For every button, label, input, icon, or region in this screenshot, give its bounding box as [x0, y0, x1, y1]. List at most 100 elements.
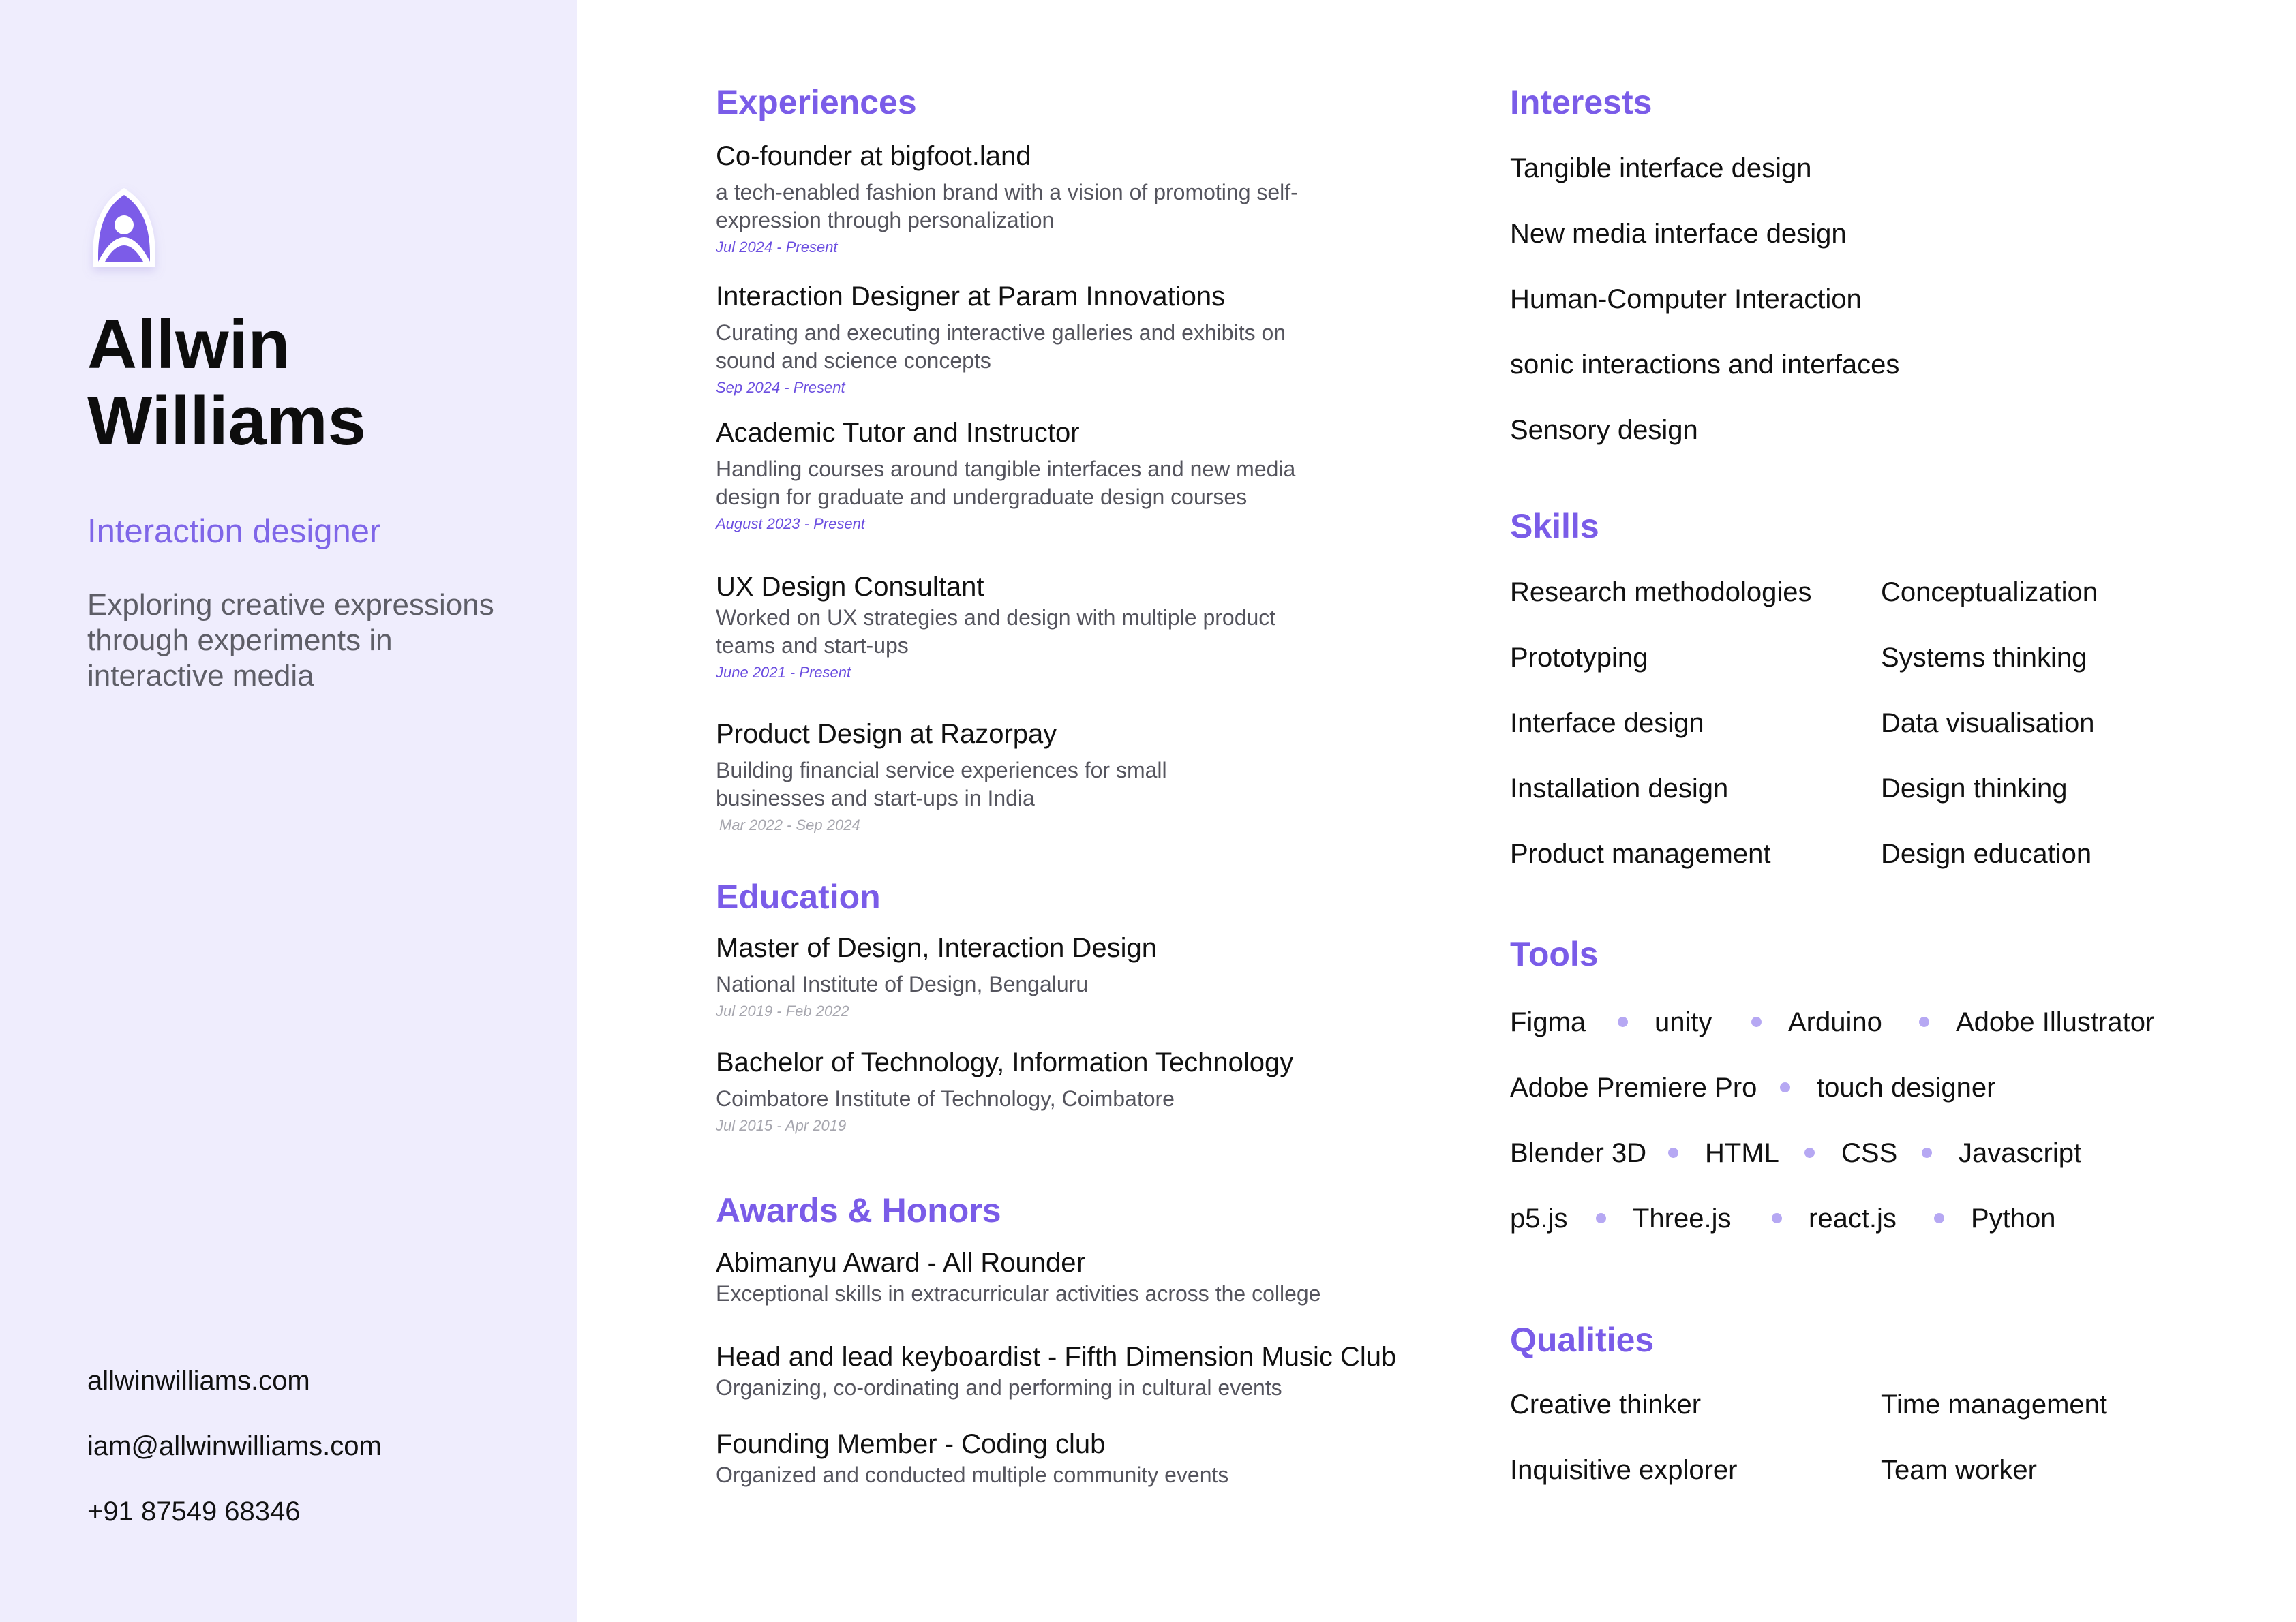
website-link[interactable]: allwinwilliams.com [87, 1360, 551, 1426]
skill-item: Systems thinking [1881, 643, 2087, 673]
contact-list: allwinwilliams.com iam@allwinwilliams.co… [87, 1360, 551, 1557]
education-institute: National Institute of Design, Bengaluru [716, 972, 1089, 996]
experience-item: Academic Tutor and Instructor Handling c… [716, 416, 1398, 534]
separator-dot [1618, 1017, 1628, 1027]
tool-item: Javascript [1959, 1138, 2082, 1168]
experience-item: Co-founder at bigfoot.land a tech-enable… [716, 139, 1398, 258]
skill-item: Design education [1881, 839, 2092, 869]
tool-item: CSS [1841, 1138, 1898, 1168]
award-item: Founding Member - Coding club Organized … [716, 1427, 1398, 1489]
education-title: Master of Design, Interaction Design [716, 933, 1157, 963]
tool-item: touch designer [1817, 1073, 1996, 1103]
experience-date: Mar 2022 - Sep 2024 [719, 816, 860, 833]
education-date: Jul 2019 - Feb 2022 [716, 1003, 849, 1020]
experience-item: Interaction Designer at Param Innovation… [716, 279, 1398, 398]
experience-description: Handling courses around tangible interfa… [716, 457, 1296, 509]
skills-heading: Skills [1510, 507, 1599, 545]
tool-item: Figma [1510, 1007, 1586, 1037]
name-last: Williams [87, 383, 366, 459]
separator-dot [1772, 1213, 1782, 1223]
profile-role: Interaction designer [87, 513, 381, 550]
tool-item: Blender 3D [1510, 1138, 1647, 1168]
award-description: Organizing, co-ordinating and performing… [716, 1375, 1282, 1400]
experience-description: Curating and executing interactive galle… [716, 320, 1286, 373]
experience-date: June 2021 - Present [716, 664, 851, 681]
profile-sidebar: Allwin Williams Interaction designer Exp… [0, 0, 577, 1622]
separator-dot [1922, 1148, 1932, 1158]
tool-item: HTML [1705, 1138, 1779, 1168]
interest-item: New media interface design [1510, 219, 1847, 249]
experience-title: Interaction Designer at Param Innovation… [716, 281, 1226, 311]
tools-row: Adobe Premiere Pro touch designer [1510, 1069, 2260, 1107]
education-item: Master of Design, Interaction Design Nat… [716, 931, 1398, 1022]
award-description: Organized and conducted multiple communi… [716, 1463, 1229, 1487]
tools-row: Figma unity Arduino Adobe Illustrator [1510, 1003, 2260, 1041]
tool-item: Python [1971, 1204, 2056, 1234]
experience-title: Product Design at Razorpay [716, 719, 1057, 749]
separator-dot [1780, 1082, 1790, 1092]
separator-dot [1919, 1017, 1929, 1027]
experience-date: Jul 2024 - Present [716, 239, 838, 256]
experience-description: a tech-enabled fashion brand with a visi… [716, 180, 1298, 232]
skill-item: Conceptualization [1881, 577, 2098, 607]
experience-title: UX Design Consultant [716, 572, 984, 602]
separator-dot [1804, 1148, 1815, 1158]
profile-name: Allwin Williams [87, 307, 551, 459]
tools-row: Blender 3D HTML CSS Javascript [1510, 1134, 2260, 1172]
email-link[interactable]: iam@allwinwilliams.com [87, 1426, 551, 1491]
tool-item: Arduino [1788, 1007, 1882, 1037]
tool-item: Adobe Premiere Pro [1510, 1073, 1757, 1103]
interests-heading: Interests [1510, 83, 1652, 121]
tool-item: react.js [1809, 1204, 1897, 1234]
interest-item: Human-Computer Interaction [1510, 284, 1862, 314]
profile-bio: Exploring creative expressions through e… [87, 588, 494, 692]
experience-date: August 2023 - Present [716, 515, 865, 532]
award-title: Abimanyu Award - All Rounder [716, 1248, 1085, 1278]
tool-item: unity [1655, 1007, 1712, 1037]
skill-item: Interface design [1510, 708, 1704, 738]
tools-heading: Tools [1510, 935, 1599, 973]
education-institute: Coimbatore Institute of Technology, Coim… [716, 1086, 1175, 1111]
skill-item: Research methodologies [1510, 577, 1812, 607]
interest-item: Sensory design [1510, 415, 1698, 445]
separator-dot [1934, 1213, 1944, 1223]
experience-description: Worked on UX strategies and design with … [716, 605, 1276, 658]
separator-dot [1596, 1213, 1606, 1223]
experience-item: UX Design Consultant Worked on UX strate… [716, 570, 1398, 683]
award-item: Abimanyu Award - All Rounder Exceptional… [716, 1246, 1398, 1308]
tool-item: Three.js [1633, 1204, 1732, 1234]
quality-item: Time management [1881, 1390, 2107, 1420]
education-title: Bachelor of Technology, Information Tech… [716, 1047, 1294, 1077]
interest-item: sonic interactions and interfaces [1510, 350, 1900, 380]
separator-dot [1751, 1017, 1762, 1027]
award-description: Exceptional skills in extracurricular ac… [716, 1281, 1321, 1306]
experiences-heading: Experiences [716, 83, 917, 121]
separator-dot [1668, 1148, 1678, 1158]
education-heading: Education [716, 878, 881, 916]
skill-item: Design thinking [1881, 774, 2068, 804]
awards-heading: Awards & Honors [716, 1191, 1001, 1229]
experience-description: Building financial service experiences f… [716, 758, 1167, 810]
experience-title: Co-founder at bigfoot.land [716, 141, 1031, 171]
experience-date: Sep 2024 - Present [716, 379, 845, 396]
education-date: Jul 2015 - Apr 2019 [716, 1117, 847, 1134]
award-item: Head and lead keyboardist - Fifth Dimens… [716, 1340, 1398, 1402]
award-title: Founding Member - Coding club [716, 1429, 1106, 1459]
skill-item: Product management [1510, 839, 1771, 869]
experience-item: Product Design at Razorpay Building fina… [716, 717, 1398, 836]
qualities-heading: Qualities [1510, 1321, 1655, 1359]
phone-number[interactable]: +91 87549 68346 [87, 1491, 551, 1557]
skill-item: Data visualisation [1881, 708, 2095, 738]
award-title: Head and lead keyboardist - Fifth Dimens… [716, 1342, 1397, 1372]
skill-item: Installation design [1510, 774, 1729, 804]
interest-item: Tangible interface design [1510, 153, 1812, 183]
quality-item: Inquisitive explorer [1510, 1455, 1738, 1485]
name-first: Allwin [87, 307, 290, 383]
quality-item: Creative thinker [1510, 1390, 1702, 1420]
tools-row: p5.js Three.js react.js Python [1510, 1199, 2260, 1238]
tool-item: Adobe Illustrator [1956, 1007, 2155, 1037]
education-item: Bachelor of Technology, Information Tech… [716, 1045, 1398, 1136]
experience-title: Academic Tutor and Instructor [716, 418, 1080, 448]
skill-item: Prototyping [1510, 643, 1648, 673]
tool-item: p5.js [1510, 1204, 1568, 1234]
